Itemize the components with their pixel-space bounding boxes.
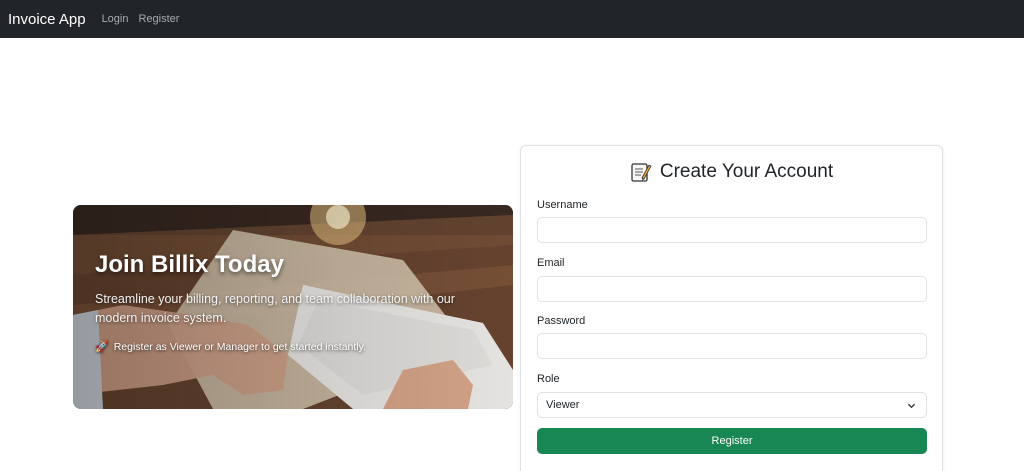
chevron-down-icon: [907, 403, 916, 409]
navbar-brand[interactable]: Invoice App: [8, 11, 86, 28]
form-title: Create Your Account: [521, 161, 942, 183]
memo-icon: [631, 163, 652, 182]
email-label: Email: [537, 257, 565, 269]
form-title-text: Create Your Account: [659, 161, 834, 182]
password-label: Password: [537, 315, 586, 327]
hero-subtitle: Streamline your billing, reporting, and …: [95, 292, 455, 325]
nav-link-login[interactable]: Login: [102, 13, 129, 25]
role-select[interactable]: Viewer: [537, 392, 927, 418]
rocket-icon: 🚀: [95, 341, 109, 353]
hero-note: 🚀 Register as Viewer or Manager to get s…: [95, 340, 367, 354]
password-input[interactable]: [537, 333, 927, 359]
hero-note-text: Register as Viewer or Manager to get sta…: [113, 340, 367, 353]
hero-title: Join Billix Today: [95, 251, 284, 278]
role-selected-value: Viewer: [546, 399, 580, 411]
register-button[interactable]: Register: [537, 428, 927, 454]
register-form-card: Create Your Account Username Email Passw…: [520, 145, 943, 471]
username-label: Username: [537, 199, 588, 211]
email-input[interactable]: [537, 276, 927, 302]
nav-link-register[interactable]: Register: [138, 13, 179, 25]
role-label: Role: [537, 373, 560, 385]
hero-banner: Join Billix Today Streamline your billin…: [73, 205, 513, 409]
username-input[interactable]: [537, 217, 927, 243]
navbar: Invoice App Login Register: [0, 0, 1024, 38]
